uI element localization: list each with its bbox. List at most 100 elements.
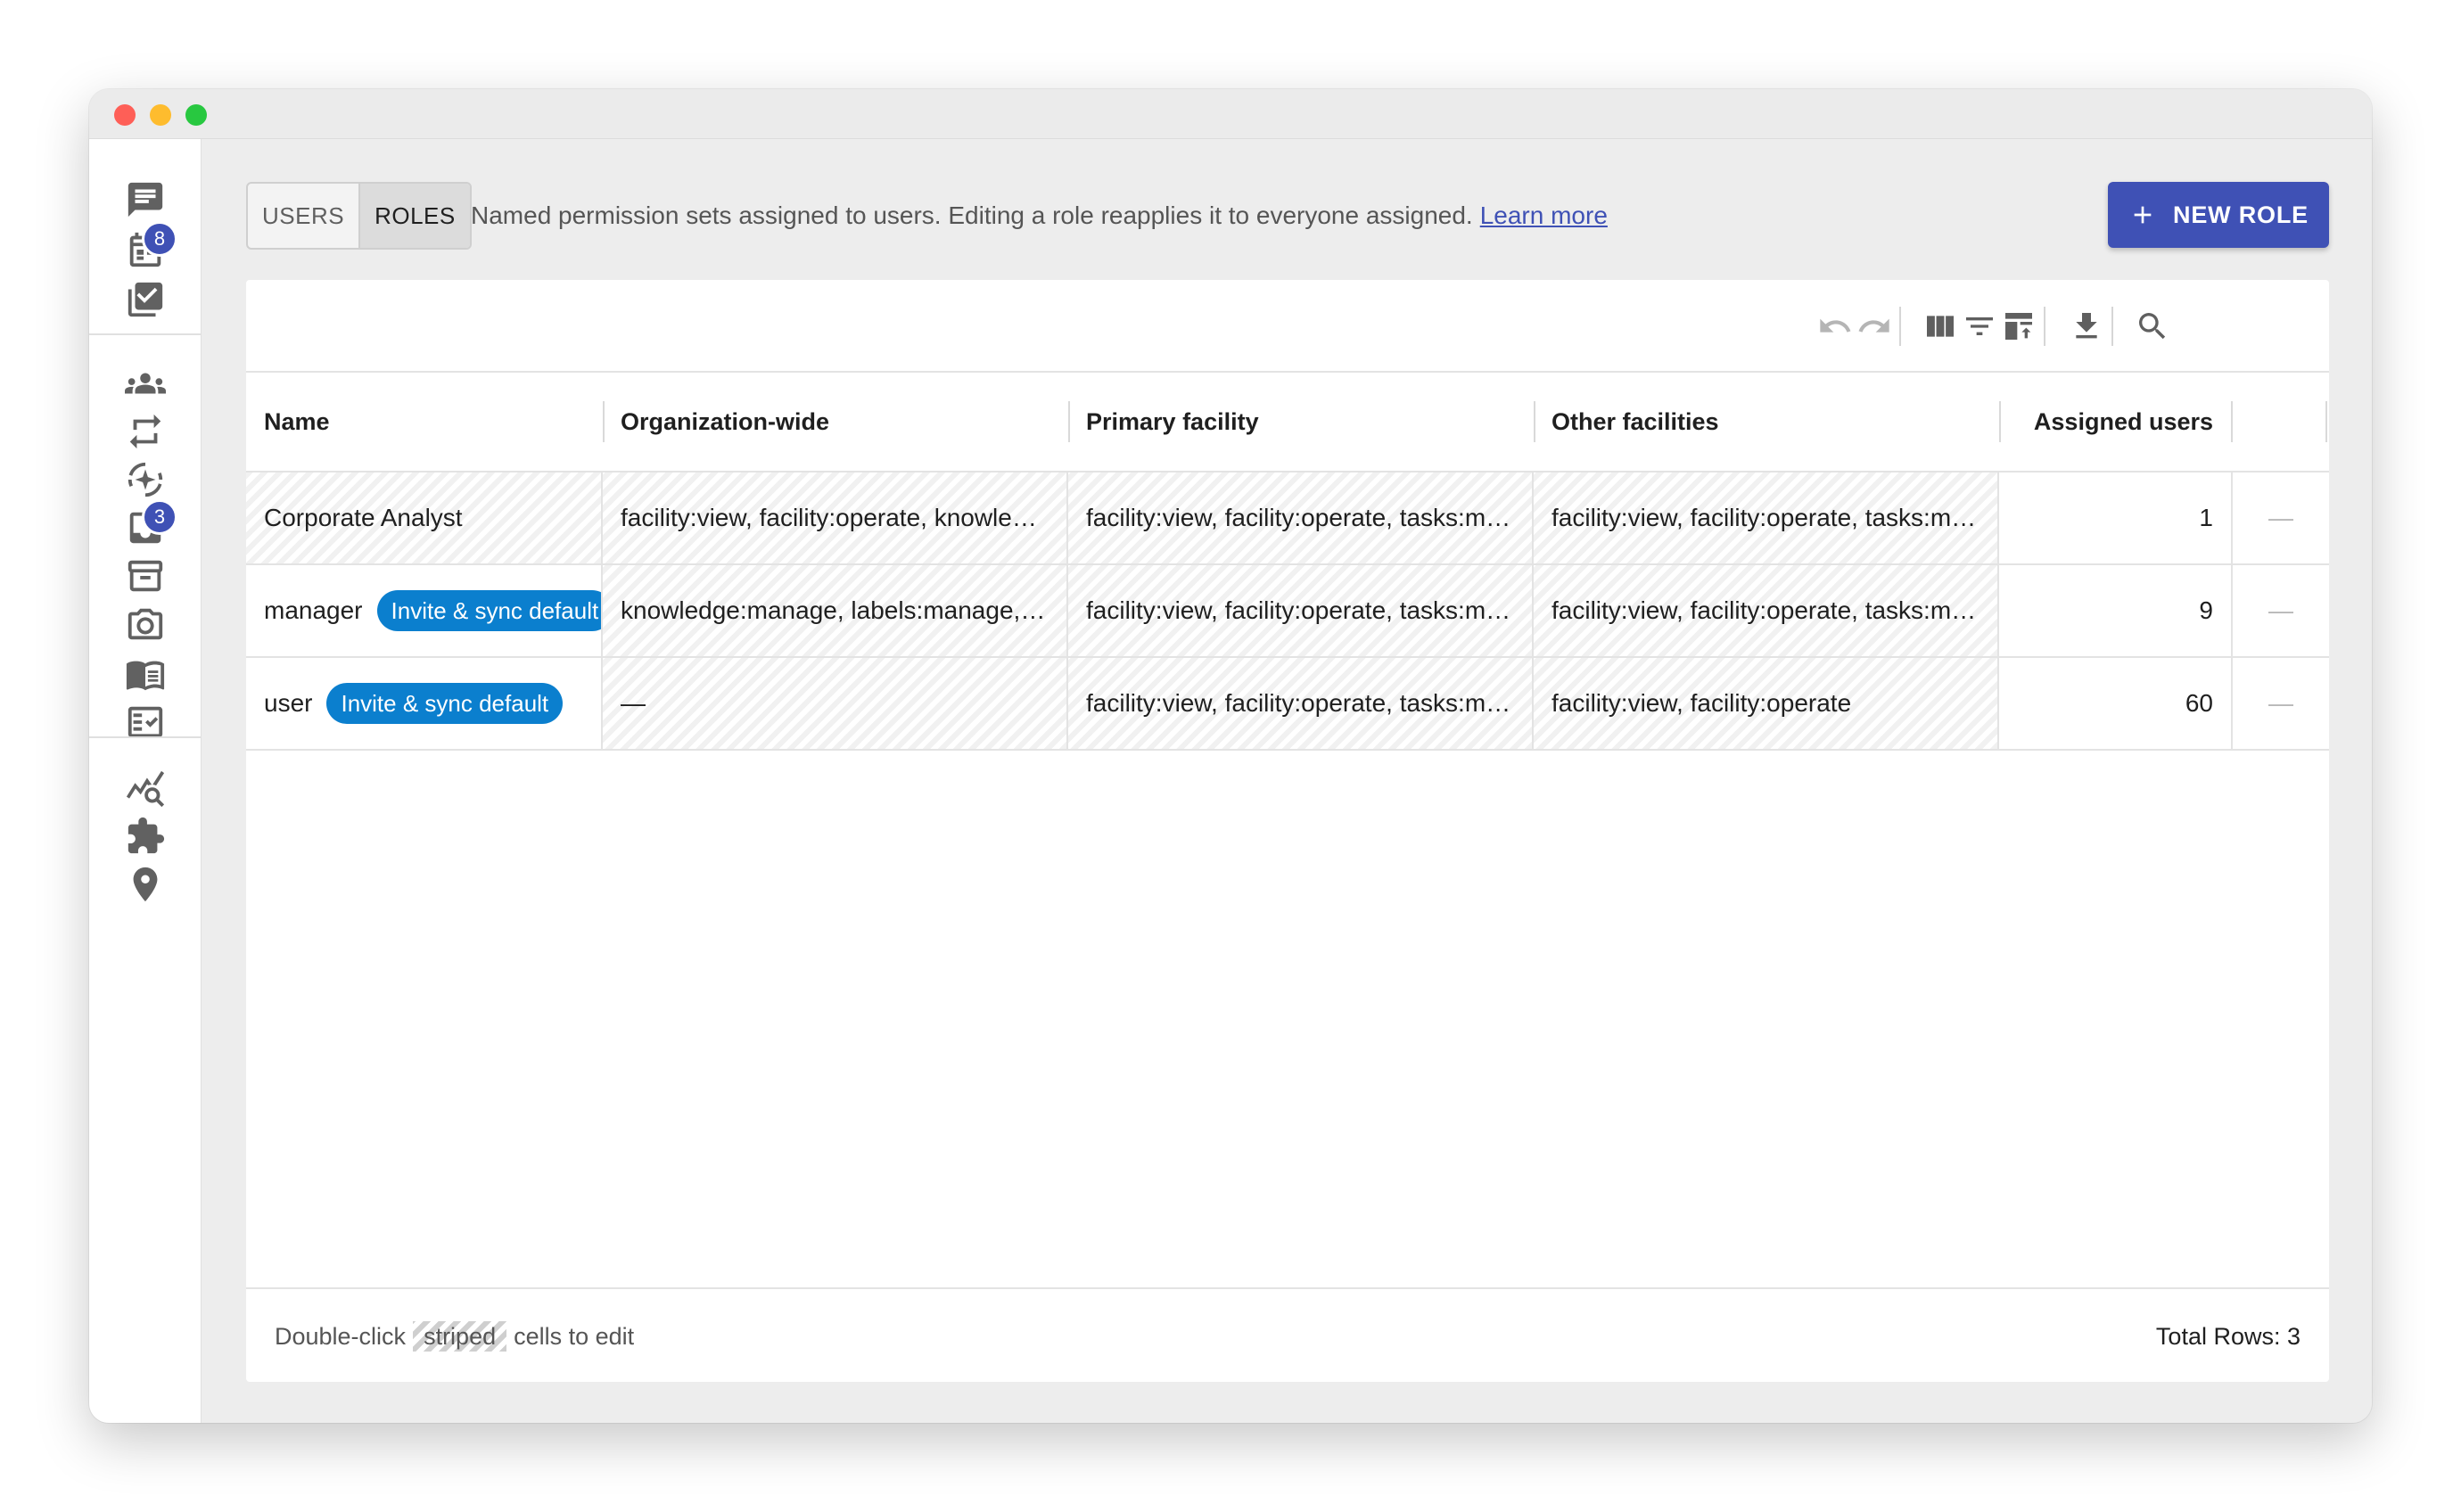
sidebar-item-checklist[interactable] (113, 267, 177, 332)
role-name: Corporate Analyst (264, 504, 463, 531)
checklist-icon (128, 282, 163, 317)
page-description: Named permission sets assigned to users.… (471, 182, 1608, 250)
filter-icon (1966, 317, 1993, 335)
row-actions[interactable]: — (2233, 472, 2329, 563)
column-header-assigned-users[interactable]: Assigned users (1999, 373, 2231, 471)
cell-name[interactable]: user Invite & sync default (246, 658, 603, 749)
row-action-dash: — (2268, 504, 2293, 531)
striped-sample: striped (413, 1321, 507, 1352)
description-text: Named permission sets assigned to users.… (471, 201, 1473, 229)
role-name: manager (264, 596, 363, 624)
assigned-users-count: 9 (2199, 596, 2213, 624)
cell-org-wide[interactable]: knowledge:manage, labels:manage, integra… (603, 565, 1068, 656)
learn-more-link[interactable]: Learn more (1480, 201, 1608, 230)
org-wide-permissions: — (621, 689, 646, 717)
table-row[interactable]: manager Invite & sync default knowledge:… (246, 565, 2329, 658)
primary-facility-permissions: facility:view, facility:operate, tasks:m… (1086, 689, 1514, 717)
sidebar-divider (89, 736, 202, 738)
search-icon (2139, 313, 2166, 340)
column-header-org-wide[interactable]: Organization-wide (603, 373, 1068, 471)
cell-primary-facility[interactable]: facility:view, facility:operate, tasks:m… (1068, 658, 1534, 749)
redo-button[interactable] (1855, 307, 1894, 346)
app-window: 8 3 USERS ROLES Named permission sets as… (89, 89, 2372, 1423)
cell-org-wide[interactable]: — (603, 658, 1068, 749)
undo-button[interactable] (1815, 307, 1855, 346)
cell-other-facilities[interactable]: facility:view, facility:operate (1534, 658, 1999, 749)
column-resizer[interactable] (2231, 401, 2233, 442)
roles-grid-card: Name Organization-wide Primary facility … (246, 280, 2329, 1382)
download-button[interactable] (2067, 307, 2106, 346)
other-facilities-permissions: facility:view, facility:operate, tasks:m… (1552, 596, 1980, 624)
title-bar (89, 89, 2372, 139)
column-header-primary-facility[interactable]: Primary facility (1068, 373, 1534, 471)
chat-icon (128, 182, 163, 218)
cell-primary-facility[interactable]: facility:view, facility:operate, tasks:m… (1068, 565, 1534, 656)
toolbar-divider (2044, 307, 2045, 346)
groups-icon (125, 373, 166, 394)
row-action-dash: — (2268, 689, 2293, 717)
knowledge-book-icon (126, 661, 165, 691)
tab-roles[interactable]: ROLES (358, 184, 470, 248)
cell-assigned-users: 1 (1999, 472, 2233, 563)
table-row[interactable]: Corporate Analyst facility:view, facilit… (246, 472, 2329, 565)
total-rows: Total Rows: 3 (2155, 1322, 2300, 1350)
assigned-users-count: 60 (2185, 689, 2213, 717)
main-content: USERS ROLES Named permission sets assign… (202, 139, 2372, 1423)
table-header: Name Organization-wide Primary facility … (246, 373, 2329, 472)
maximize-window-button[interactable] (185, 104, 207, 126)
edit-hint-suffix: cells to edit (514, 1322, 635, 1350)
cell-other-facilities[interactable]: facility:view, facility:operate, tasks:m… (1534, 565, 1999, 656)
column-resizer[interactable] (2325, 401, 2327, 442)
plus-icon (2134, 206, 2152, 224)
cell-assigned-users: 9 (1999, 565, 2233, 656)
org-wide-permissions: knowledge:manage, labels:manage, integra… (621, 596, 1049, 624)
cell-name[interactable]: Corporate Analyst (246, 472, 603, 563)
sidebar: 8 3 (89, 139, 202, 1423)
density-button[interactable] (1999, 307, 2038, 346)
column-header-name[interactable]: Name (246, 373, 603, 471)
org-wide-permissions: facility:view, facility:operate, knowled… (621, 504, 1049, 531)
extension-icon (128, 817, 165, 854)
sync-icon (129, 414, 161, 449)
tab-users[interactable]: USERS (248, 184, 358, 248)
row-actions[interactable]: — (2233, 565, 2329, 656)
assigned-users-count: 1 (2199, 504, 2213, 531)
ai-sparkle-icon (128, 462, 163, 497)
location-pin-icon (133, 867, 158, 902)
view-toggle: USERS ROLES (246, 182, 472, 250)
sidebar-item-task-list[interactable] (113, 690, 177, 754)
new-role-button[interactable]: NEW ROLE (2108, 182, 2329, 248)
sidebar-item-locations[interactable] (113, 852, 177, 916)
density-icon (2005, 313, 2032, 340)
other-facilities-permissions: facility:view, facility:operate, tasks:m… (1552, 504, 1980, 531)
default-role-chip[interactable]: Invite & sync default (376, 590, 601, 631)
role-name: user (264, 689, 313, 717)
table-row[interactable]: user Invite & sync default — facility:vi… (246, 658, 2329, 751)
cell-assigned-users: 60 (1999, 658, 2233, 749)
cell-primary-facility[interactable]: facility:view, facility:operate, tasks:m… (1068, 472, 1534, 563)
cell-org-wide[interactable]: facility:view, facility:operate, knowled… (603, 472, 1068, 563)
column-header-other-facilities[interactable]: Other facilities (1534, 373, 1999, 471)
columns-icon (1927, 316, 1954, 337)
edit-hint: Double-click striped cells to edit (275, 1289, 634, 1384)
sidebar-divider (89, 333, 202, 335)
primary-facility-permissions: facility:view, facility:operate, tasks:m… (1086, 596, 1514, 624)
archive-icon (128, 560, 163, 592)
toolbar-divider (2111, 307, 2113, 346)
camera-icon (128, 608, 163, 640)
other-facilities-permissions: facility:view, facility:operate (1552, 689, 1852, 717)
search-button[interactable] (2133, 307, 2172, 346)
edit-hint-prefix: Double-click (275, 1322, 407, 1350)
cell-other-facilities[interactable]: facility:view, facility:operate, tasks:m… (1534, 472, 1999, 563)
grid-toolbar (246, 280, 2329, 373)
close-window-button[interactable] (114, 104, 136, 126)
row-actions[interactable]: — (2233, 658, 2329, 749)
cell-name[interactable]: manager Invite & sync default (246, 565, 603, 656)
primary-facility-permissions: facility:view, facility:operate, tasks:m… (1086, 504, 1514, 531)
default-role-chip[interactable]: Invite & sync default (326, 683, 564, 724)
filter-button[interactable] (1960, 307, 1999, 346)
columns-button[interactable] (1921, 307, 1960, 346)
minimize-window-button[interactable] (150, 104, 171, 126)
download-icon (2076, 313, 2097, 339)
redo-icon (1858, 318, 1889, 333)
